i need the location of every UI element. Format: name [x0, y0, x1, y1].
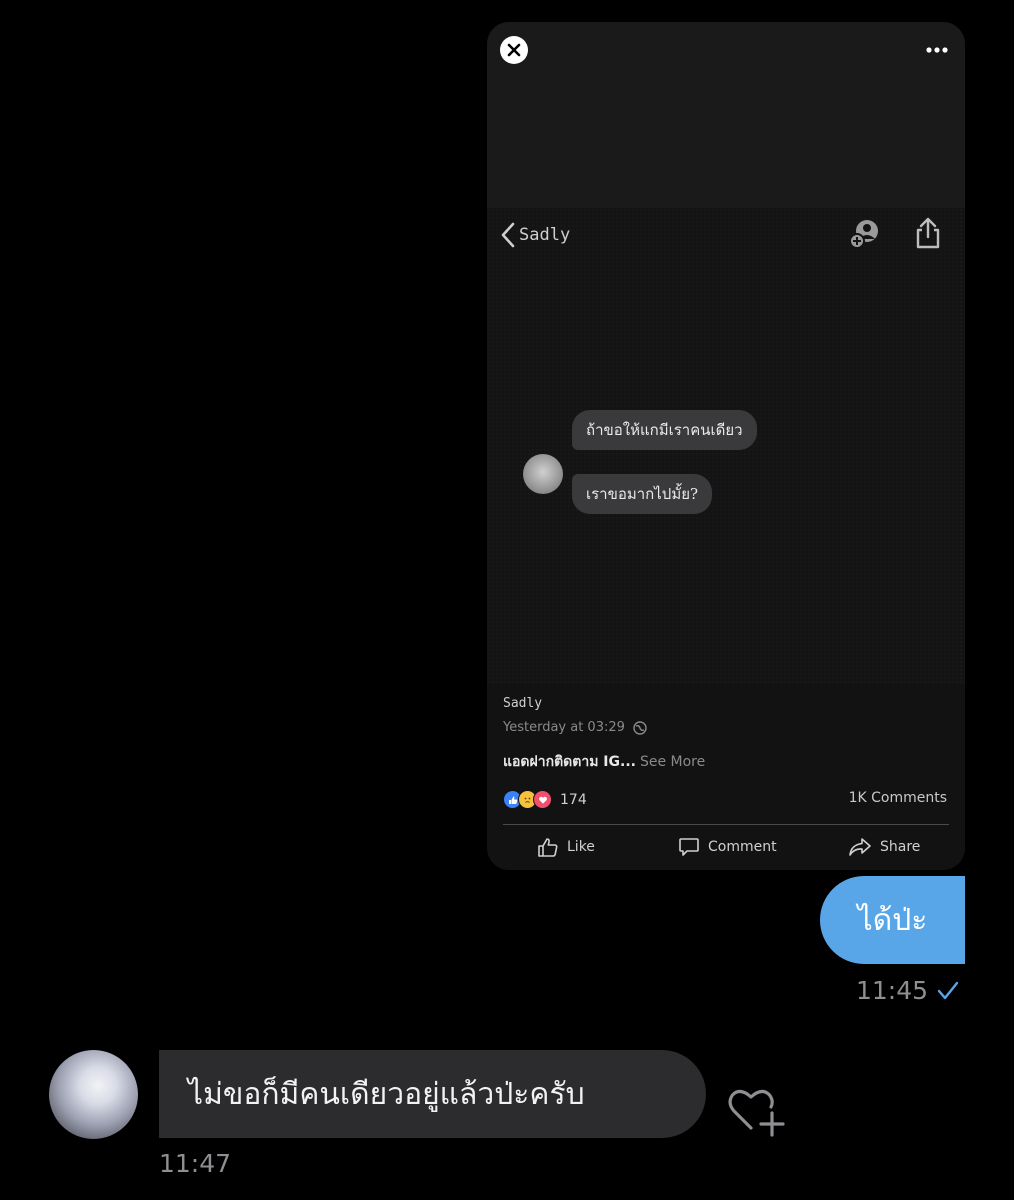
see-more-link: See More	[639, 754, 706, 770]
post-back-button: Sadly	[501, 220, 570, 250]
post-caption-text: แอดฝากติดตาม IG...	[503, 754, 636, 770]
share-icon	[916, 217, 940, 249]
post-like-action: Like	[537, 832, 595, 862]
love-reaction-icon	[533, 790, 552, 809]
comment-icon	[679, 838, 699, 856]
thumbs-up-icon	[538, 838, 558, 857]
post-comment-action: Comment	[678, 832, 777, 862]
post-timestamp-row: Yesterday at 03:29	[503, 720, 647, 735]
post-image: Sadly ถ้าขอให้แกมีเราคนเดียว เราขอมากไปม…	[487, 208, 965, 684]
post-caption: แอดฝากติดตาม IG... See More	[503, 751, 705, 773]
outgoing-message-meta: 11:45	[856, 976, 960, 1005]
post-timestamp: Yesterday at 03:29	[503, 720, 625, 735]
sender-avatar[interactable]	[49, 1050, 138, 1139]
close-icon	[507, 43, 521, 57]
post-page-name: Sadly	[519, 225, 571, 245]
post-message-bubble: เราขอมากไปมั้ย?	[572, 474, 713, 514]
outgoing-message-time: 11:45	[856, 976, 929, 1005]
reaction-count: 174	[560, 791, 587, 808]
incoming-message-bubble[interactable]: ไม่ขอก็มีคนเดียวอยู่แล้วป่ะครับ	[159, 1050, 706, 1138]
media-viewer-top-bar	[487, 22, 965, 208]
more-options-icon[interactable]	[923, 40, 951, 60]
reactions-summary: 174	[503, 790, 587, 809]
post-author: Sadly	[503, 696, 543, 711]
post-share-action: Share	[848, 832, 920, 862]
post-footer: Sadly Yesterday at 03:29 แอดฝากติดตาม IG…	[487, 684, 965, 870]
chevron-left-icon	[501, 222, 515, 248]
post-sender-avatar	[523, 454, 563, 494]
post-message-bubble: ถ้าขอให้แกมีเราคนเดียว	[572, 410, 757, 450]
like-label: Like	[567, 839, 595, 855]
incoming-message-time: 11:47	[159, 1149, 232, 1178]
outgoing-message-bubble[interactable]: ได้ป่ะ	[820, 876, 965, 964]
add-person-icon	[849, 220, 878, 249]
close-button[interactable]	[500, 36, 528, 64]
divider	[503, 824, 949, 825]
shared-image-card[interactable]: Sadly ถ้าขอให้แกมีเราคนเดียว เราขอมากไปม…	[487, 22, 965, 870]
add-like-heart-icon[interactable]	[726, 1083, 786, 1139]
comments-count: 1K Comments	[848, 790, 947, 806]
comment-label: Comment	[708, 839, 777, 855]
share-arrow-icon	[849, 838, 871, 856]
read-check-icon	[937, 981, 959, 999]
globe-icon	[633, 720, 647, 735]
share-label: Share	[880, 839, 921, 855]
